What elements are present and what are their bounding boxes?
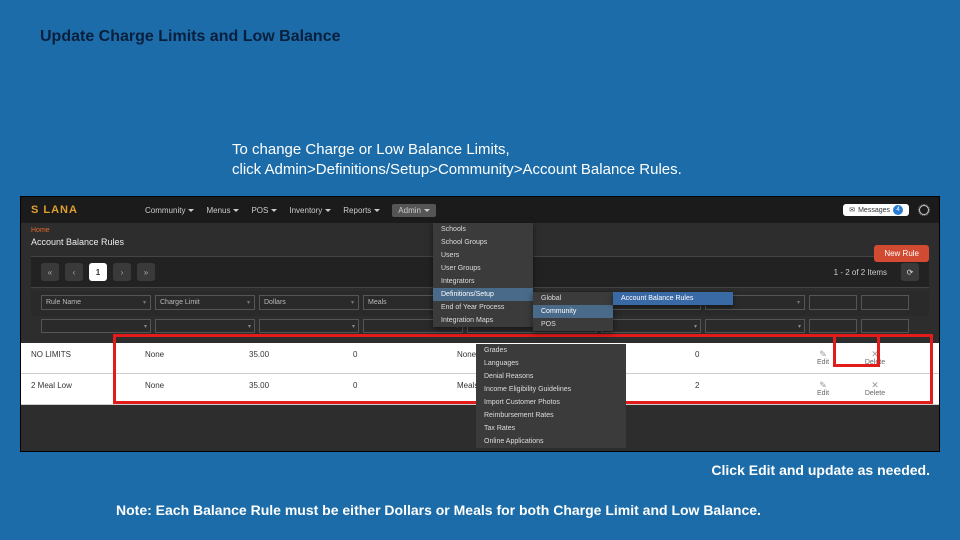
pager-next[interactable]: › bbox=[113, 263, 131, 281]
slide-title: Update Charge Limits and Low Balance bbox=[40, 28, 341, 46]
nav-community[interactable]: Community bbox=[145, 206, 194, 215]
filter-spacer-1 bbox=[809, 319, 857, 333]
messages-button[interactable]: ✉ Messages 4 bbox=[843, 204, 909, 216]
admin-definitions-setup[interactable]: Definitions/Setup bbox=[433, 288, 533, 301]
col-delete bbox=[861, 295, 909, 310]
refresh-button[interactable]: ⟳ bbox=[901, 263, 919, 281]
pager-first[interactable]: « bbox=[41, 263, 59, 281]
new-rule-button[interactable]: New Rule bbox=[874, 245, 929, 262]
flyout-import-customer-photos[interactable]: Import Customer Photos bbox=[476, 396, 626, 409]
definitions-submenu: Global Community POS bbox=[533, 292, 613, 331]
admin-dropdown: Schools School Groups Users User Groups … bbox=[433, 223, 533, 327]
pager-count: 1 - 2 of 2 Items bbox=[834, 268, 887, 277]
cell-dollars: 35.00 bbox=[249, 381, 349, 397]
defs-global[interactable]: Global bbox=[533, 292, 613, 305]
filter-rule-name[interactable]: ▾ bbox=[41, 319, 151, 333]
instruction-text: To change Charge or Low Balance Limits, … bbox=[232, 140, 682, 181]
envelope-icon: ✉ bbox=[849, 206, 855, 214]
col-edit bbox=[809, 295, 857, 310]
admin-integration-maps[interactable]: Integration Maps bbox=[433, 314, 533, 327]
pager-current: 1 bbox=[89, 263, 107, 281]
delete-button[interactable]: ✕Delete bbox=[851, 350, 899, 366]
filter-dollars-1[interactable]: ▾ bbox=[259, 319, 359, 333]
filter-spacer-2 bbox=[861, 319, 909, 333]
edit-button[interactable]: ✎Edit bbox=[799, 350, 847, 366]
cell-rule-name: 2 Meal Low bbox=[31, 381, 141, 397]
caption-note: Note: Each Balance Rule must be either D… bbox=[116, 502, 761, 518]
delete-button[interactable]: ✕Delete bbox=[851, 381, 899, 397]
admin-users[interactable]: Users bbox=[433, 249, 533, 262]
cell-meals: 0 bbox=[353, 381, 453, 397]
chevron-down-icon bbox=[424, 209, 430, 212]
defs-community[interactable]: Community bbox=[533, 305, 613, 318]
pager-prev[interactable]: ‹ bbox=[65, 263, 83, 281]
chevron-down-icon bbox=[233, 209, 239, 212]
filter-charge-limit[interactable]: ▾ bbox=[155, 319, 255, 333]
x-icon: ✕ bbox=[851, 381, 899, 390]
defs-pos[interactable]: POS bbox=[533, 318, 613, 331]
flyout-account-balance-rules[interactable]: Account Balance Rules bbox=[613, 292, 733, 305]
flyout-income-eligibility[interactable]: Income Eligibility Guidelines bbox=[476, 383, 626, 396]
filter-meals-2[interactable]: ▾ bbox=[705, 319, 805, 333]
filter-dollars-2[interactable]: ▾ bbox=[601, 319, 701, 333]
community-flyout-rest: Grades Languages Denial Reasons Income E… bbox=[476, 344, 626, 448]
chevron-down-icon bbox=[188, 209, 194, 212]
admin-integrators[interactable]: Integrators bbox=[433, 275, 533, 288]
flyout-online-applications[interactable]: Online Applications bbox=[476, 435, 626, 448]
chevron-down-icon bbox=[325, 209, 331, 212]
instruction-line-1: To change Charge or Low Balance Limits, bbox=[232, 140, 682, 160]
pencil-icon: ✎ bbox=[799, 381, 847, 390]
cell-rule-name: NO LIMITS bbox=[31, 350, 141, 366]
cell-charge-limit: None bbox=[145, 350, 245, 366]
nav-inventory[interactable]: Inventory bbox=[289, 206, 331, 215]
chevron-down-icon bbox=[374, 209, 380, 212]
admin-eoy[interactable]: End of Year Process bbox=[433, 301, 533, 314]
flyout-reimbursement-rates[interactable]: Reimbursement Rates bbox=[476, 409, 626, 422]
community-flyout: Account Balance Rules bbox=[613, 292, 733, 305]
app-screenshot: S LANA Community Menus POS Inventory Rep… bbox=[20, 196, 940, 452]
instruction-line-2: click Admin>Definitions/Setup>Community>… bbox=[232, 160, 682, 180]
flyout-languages[interactable]: Languages bbox=[476, 357, 626, 370]
chevron-down-icon bbox=[271, 209, 277, 212]
pencil-icon: ✎ bbox=[799, 350, 847, 359]
admin-schools[interactable]: Schools bbox=[433, 223, 533, 236]
nav-pos[interactable]: POS bbox=[251, 206, 277, 215]
col-dollars-1[interactable]: Dollars▾ bbox=[259, 295, 359, 310]
edit-button[interactable]: ✎Edit bbox=[799, 381, 847, 397]
flyout-grades[interactable]: Grades bbox=[476, 344, 626, 357]
admin-school-groups[interactable]: School Groups bbox=[433, 236, 533, 249]
pager-last[interactable]: » bbox=[137, 263, 155, 281]
cell-charge-limit: None bbox=[145, 381, 245, 397]
cell-dollars: 35.00 bbox=[249, 350, 349, 366]
top-nav: Community Menus POS Inventory Reports Ad… bbox=[145, 204, 829, 217]
gear-icon[interactable] bbox=[919, 205, 929, 215]
admin-user-groups[interactable]: User Groups bbox=[433, 262, 533, 275]
nav-reports[interactable]: Reports bbox=[343, 206, 380, 215]
x-icon: ✕ bbox=[851, 350, 899, 359]
flyout-denial-reasons[interactable]: Denial Reasons bbox=[476, 370, 626, 383]
col-charge-limit[interactable]: Charge Limit▾ bbox=[155, 295, 255, 310]
flyout-tax-rates[interactable]: Tax Rates bbox=[476, 422, 626, 435]
topbar-right: ✉ Messages 4 bbox=[843, 204, 929, 216]
caption-edit: Click Edit and update as needed. bbox=[711, 462, 930, 478]
cell-lb-meals: 2 bbox=[695, 381, 795, 397]
app-logo: S LANA bbox=[31, 204, 131, 216]
cell-lb-meals: 0 bbox=[695, 350, 795, 366]
topbar: S LANA Community Menus POS Inventory Rep… bbox=[21, 197, 939, 223]
nav-menus[interactable]: Menus bbox=[206, 206, 239, 215]
messages-count: 4 bbox=[893, 205, 903, 215]
nav-admin[interactable]: Admin bbox=[392, 204, 436, 217]
cell-meals: 0 bbox=[353, 350, 453, 366]
messages-label: Messages bbox=[858, 207, 890, 214]
col-rule-name[interactable]: Rule Name▾ bbox=[41, 295, 151, 310]
